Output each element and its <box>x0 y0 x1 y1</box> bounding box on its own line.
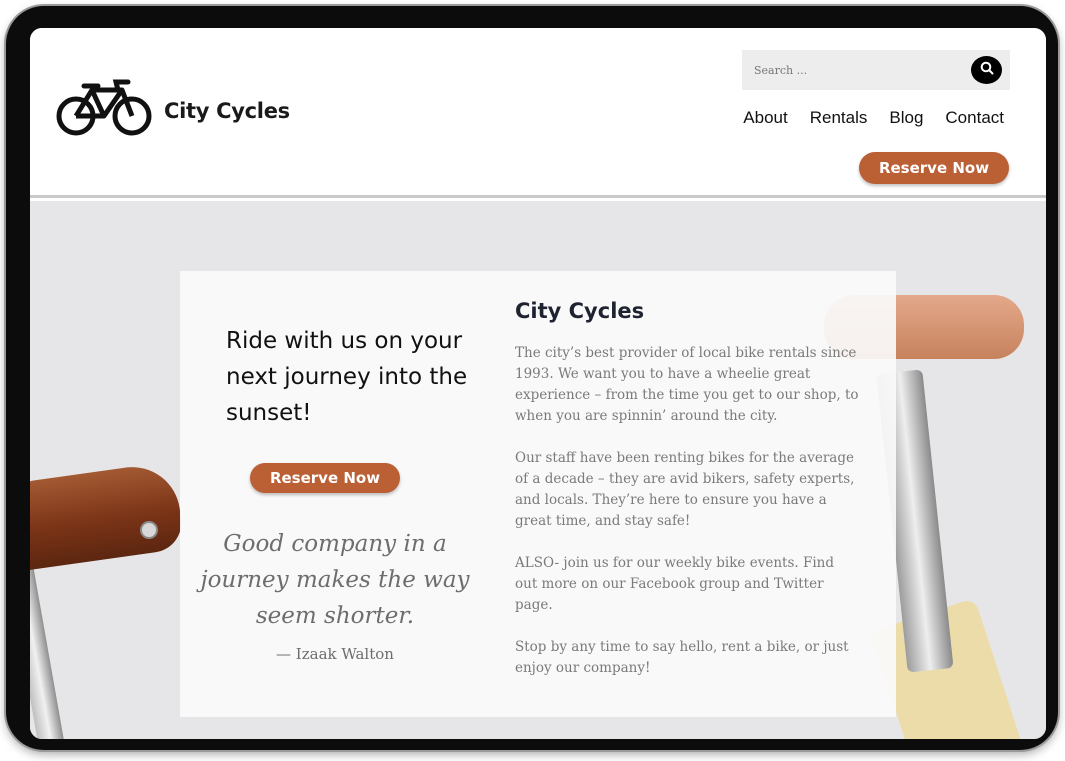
bicycle-logo-icon <box>56 78 154 143</box>
hero-reserve-button[interactable]: Reserve Now <box>250 463 400 493</box>
about-paragraph: ALSO- join us for our weekly bike events… <box>515 555 834 613</box>
hero-section: Ride with us on your next journey into t… <box>30 201 1046 739</box>
about-paragraph: Stop by any time to say hello, rent a bi… <box>515 639 849 676</box>
site-header: City Cycles About Rentals Blog Co <box>30 28 1046 198</box>
nav-rentals[interactable]: Rentals <box>810 108 868 128</box>
quote-author: — Izaak Walton <box>276 645 394 663</box>
search-input[interactable] <box>742 50 962 90</box>
search-button[interactable] <box>971 56 1002 84</box>
nav-blog[interactable]: Blog <box>889 108 923 128</box>
header-reserve-button[interactable]: Reserve Now <box>859 152 1009 184</box>
card-right-column: City Cycles The city’s best provider of … <box>515 299 860 700</box>
saddle-rivet <box>140 521 158 539</box>
brand-name: City Cycles <box>164 98 290 123</box>
main-nav: About Rentals Blog Contact <box>743 108 1004 128</box>
about-paragraph: Our staff have been renting bikes for th… <box>515 450 855 529</box>
search-box <box>742 50 1010 90</box>
screen: City Cycles About Rentals Blog Co <box>30 28 1046 739</box>
card-left-column: Ride with us on your next journey into t… <box>180 271 490 717</box>
hero-quote: Good company in a journey makes the way … <box>200 531 470 629</box>
seat-post-image <box>30 550 66 739</box>
tablet-frame: City Cycles About Rentals Blog Co <box>6 6 1058 750</box>
logo[interactable]: City Cycles <box>56 78 290 143</box>
leather-saddle-image <box>30 460 186 574</box>
nav-contact[interactable]: Contact <box>945 108 1004 128</box>
search-icon <box>980 61 994 80</box>
content-card: Ride with us on your next journey into t… <box>180 271 896 717</box>
hero-tagline: Ride with us on your next journey into t… <box>226 328 468 426</box>
nav-about[interactable]: About <box>743 108 787 128</box>
about-paragraph: The city’s best provider of local bike r… <box>515 345 859 424</box>
about-title: City Cycles <box>515 299 645 323</box>
